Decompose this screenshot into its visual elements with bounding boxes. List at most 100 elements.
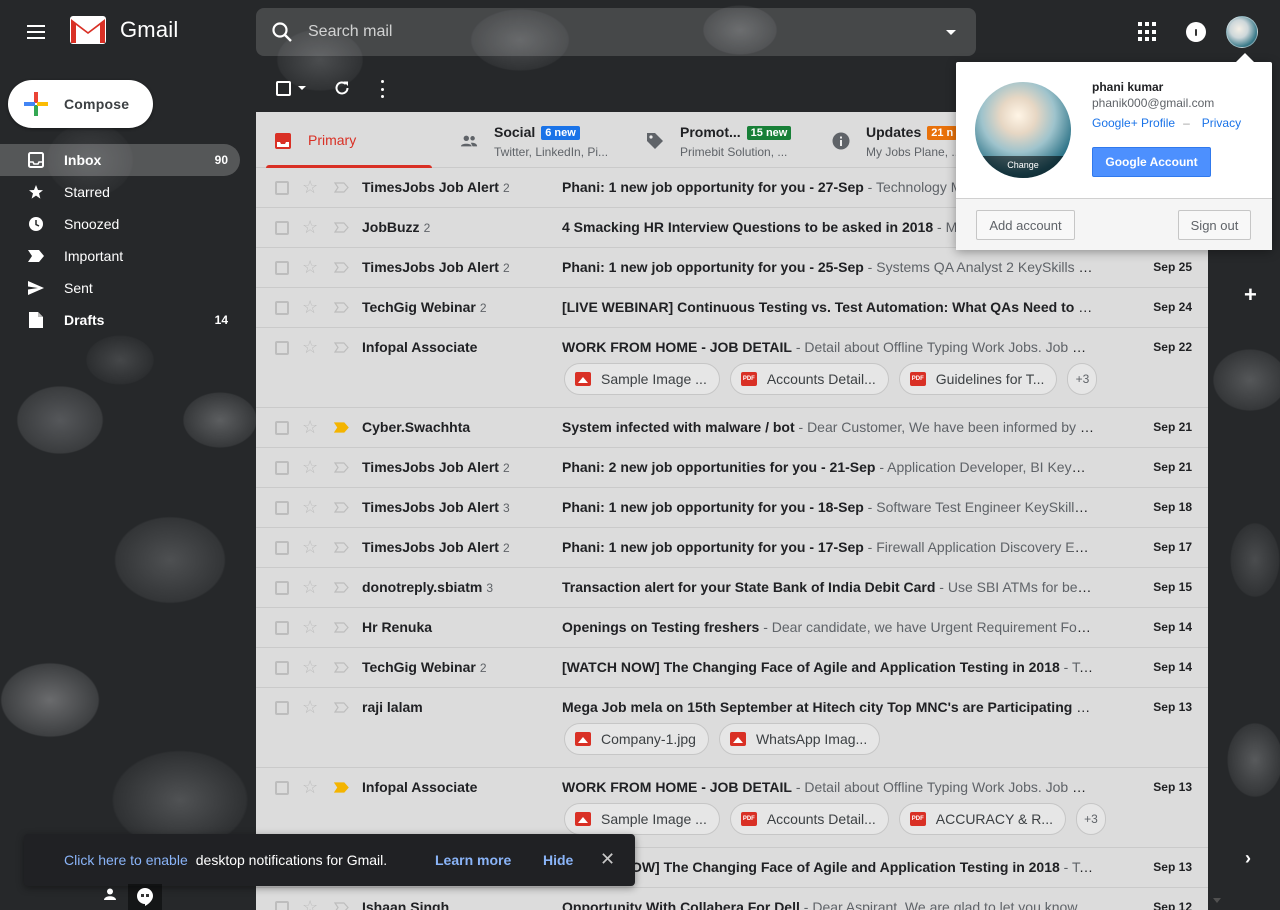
star-icon[interactable]: ☆: [302, 417, 318, 437]
star-icon[interactable]: ☆: [302, 577, 318, 597]
attachment-chip[interactable]: PDF Accounts Detail...: [729, 803, 889, 835]
importance-marker-icon[interactable]: [334, 222, 349, 233]
row-checkbox[interactable]: [275, 901, 289, 910]
row-checkbox[interactable]: [275, 501, 289, 515]
expand-side-panel-icon[interactable]: ›: [1245, 848, 1251, 869]
attachment-chip[interactable]: Sample Image ...: [564, 363, 720, 395]
attachment-chip[interactable]: Company-1.jpg: [564, 723, 709, 755]
importance-marker-icon[interactable]: [334, 422, 349, 433]
scroll-down-icon[interactable]: [1213, 898, 1221, 903]
privacy-link[interactable]: Privacy: [1202, 116, 1241, 130]
row-checkbox[interactable]: [275, 181, 289, 195]
row-checkbox[interactable]: [275, 661, 289, 675]
enable-notifications-link[interactable]: Click here to enable: [64, 852, 188, 868]
more-attachments-chip[interactable]: +3: [1067, 363, 1098, 395]
importance-marker-icon[interactable]: [334, 342, 349, 353]
email-row[interactable]: ☆ TimesJobs Job Alert 2 Phani: 1 new job op…: [256, 528, 1208, 568]
profile-photo[interactable]: Change: [975, 82, 1071, 178]
star-icon[interactable]: ☆: [302, 777, 318, 797]
google-apps-icon[interactable]: [1138, 22, 1158, 42]
attachment-chip[interactable]: Sample Image ...: [564, 803, 720, 835]
close-icon[interactable]: ✕: [600, 850, 615, 868]
importance-marker-icon[interactable]: [334, 542, 349, 553]
row-checkbox[interactable]: [275, 341, 289, 355]
hangouts-button[interactable]: [128, 884, 162, 910]
sidebar-item-inbox[interactable]: Inbox 90: [0, 144, 240, 176]
importance-marker-icon[interactable]: [334, 462, 349, 473]
email-row[interactable]: ☆ TimesJobs Job Alert 2 Phani: 1 new job op…: [256, 248, 1208, 288]
tab-social[interactable]: Social 6 new Twitter, LinkedIn, Pi...: [442, 112, 622, 168]
star-icon[interactable]: ☆: [302, 537, 318, 557]
sidebar-item-sent[interactable]: Sent: [0, 272, 240, 304]
select-all-checkbox[interactable]: [276, 81, 291, 96]
importance-marker-icon[interactable]: [334, 782, 349, 793]
row-checkbox[interactable]: [275, 301, 289, 315]
star-icon[interactable]: ☆: [302, 457, 318, 477]
importance-marker-icon[interactable]: [334, 662, 349, 673]
attachment-chip[interactable]: PDF ACCURACY & R...: [898, 803, 1066, 835]
tab-updates[interactable]: Updates 21 n My Jobs Plane, ...: [814, 112, 961, 168]
attachment-chip[interactable]: WhatsApp Imag...: [718, 723, 881, 755]
star-icon[interactable]: ☆: [302, 617, 318, 637]
row-checkbox[interactable]: [275, 701, 289, 715]
select-dropdown-icon[interactable]: [298, 86, 306, 90]
attachment-chip[interactable]: PDF Guidelines for T...: [898, 363, 1058, 395]
gmail-logo[interactable]: Gmail: [70, 16, 178, 44]
google-plus-profile-link[interactable]: Google+ Profile: [1092, 116, 1175, 130]
row-checkbox[interactable]: [275, 581, 289, 595]
star-icon[interactable]: ☆: [302, 297, 318, 317]
tab-primary[interactable]: Primary: [256, 112, 432, 168]
refresh-icon[interactable]: [333, 79, 351, 97]
importance-marker-icon[interactable]: [334, 502, 349, 513]
more-attachments-chip[interactable]: +3: [1075, 803, 1106, 835]
sidebar-item-starred[interactable]: Starred: [0, 176, 240, 208]
notifications-icon[interactable]: [1186, 22, 1206, 42]
importance-marker-icon[interactable]: [334, 302, 349, 313]
email-row[interactable]: ☆ Cyber.Swachhta System infected with malw…: [256, 408, 1208, 448]
email-row[interactable]: ☆ TechGig Webinar2 [WATCH NOW] The Changin…: [256, 648, 1208, 688]
email-row[interactable]: ☆ TimesJobs Job Alert 3 Phani: 1 new job op…: [256, 488, 1208, 528]
tab-promotions[interactable]: Promot... 15 new Primebit Solution, ...: [628, 112, 808, 168]
account-avatar[interactable]: [1226, 16, 1258, 48]
sidebar-item-snoozed[interactable]: Snoozed: [0, 208, 240, 240]
row-checkbox[interactable]: [275, 621, 289, 635]
row-checkbox[interactable]: [275, 781, 289, 795]
importance-marker-icon[interactable]: [334, 702, 349, 713]
row-checkbox[interactable]: [275, 261, 289, 275]
hide-button[interactable]: Hide: [543, 852, 573, 868]
email-row[interactable]: ☆ TimesJobs Job Alert 2 Phani: 2 new job op…: [256, 448, 1208, 488]
star-icon[interactable]: ☆: [302, 657, 318, 677]
email-row[interactable]: ☆ raji lalam Mega Job mela on 15th Septemb…: [256, 688, 1208, 768]
search-options-icon[interactable]: [946, 30, 956, 35]
star-icon[interactable]: ☆: [302, 217, 318, 237]
row-checkbox[interactable]: [275, 541, 289, 555]
row-checkbox[interactable]: [275, 461, 289, 475]
importance-marker-icon[interactable]: [334, 582, 349, 593]
search-input[interactable]: [308, 16, 908, 48]
add-account-button[interactable]: Add account: [976, 210, 1075, 240]
email-row[interactable]: ☆ Ishaan Singh Opportunity With Collabera …: [256, 888, 1208, 910]
email-row[interactable]: ☆ Infopal Associate WORK FROM HOME - JOB D…: [256, 328, 1208, 408]
search-icon[interactable]: [270, 20, 294, 44]
change-photo-label[interactable]: Change: [975, 156, 1071, 178]
email-row[interactable]: ☆ donotreply.sbiatm 3 Transaction alert for…: [256, 568, 1208, 608]
email-row[interactable]: ☆ Hr Renuka Openings on Testing freshers -…: [256, 608, 1208, 648]
star-icon[interactable]: ☆: [302, 897, 318, 910]
importance-marker-icon[interactable]: [334, 182, 349, 193]
compose-button[interactable]: Compose: [8, 80, 153, 128]
google-account-button[interactable]: Google Account: [1092, 147, 1211, 177]
row-checkbox[interactable]: [275, 421, 289, 435]
attachment-chip[interactable]: PDF Accounts Detail...: [729, 363, 889, 395]
star-icon[interactable]: ☆: [302, 177, 318, 197]
email-row[interactable]: ☆ TechGig Webinar 2 [LIVE WEBINAR] Continuo…: [256, 288, 1208, 328]
add-addon-icon[interactable]: +: [1244, 282, 1257, 308]
learn-more-link[interactable]: Learn more: [435, 852, 511, 868]
sidebar-item-drafts[interactable]: Drafts 14: [0, 304, 240, 336]
person-icon[interactable]: [104, 888, 116, 900]
star-icon[interactable]: ☆: [302, 497, 318, 517]
row-checkbox[interactable]: [275, 221, 289, 235]
importance-marker-icon[interactable]: [334, 622, 349, 633]
star-icon[interactable]: ☆: [302, 337, 318, 357]
sidebar-item-important[interactable]: Important: [0, 240, 240, 272]
importance-marker-icon[interactable]: [334, 902, 349, 910]
